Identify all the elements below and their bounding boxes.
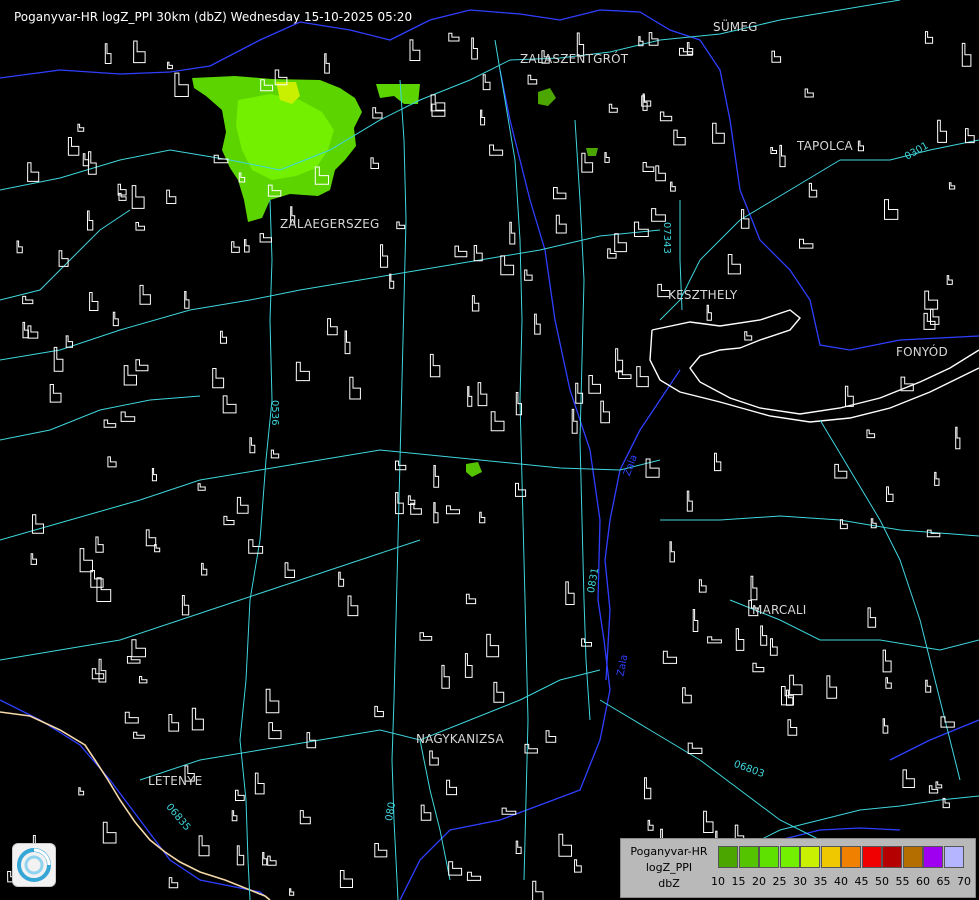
legend-swatch <box>861 846 882 868</box>
city-label-nagykanizsa: NAGYKANIZSA <box>416 732 504 746</box>
radar-map <box>0 0 979 900</box>
legend-swatch <box>800 846 820 868</box>
city-label-keszthely: KESZTHELY <box>668 288 738 302</box>
road-label-0536: 0536 <box>269 400 280 426</box>
legend-swatch <box>738 846 759 868</box>
legend-tick: 25 <box>772 875 787 888</box>
legend-swatch <box>759 846 779 868</box>
legend-tick: 30 <box>793 875 807 888</box>
city-label-zalaszentgrot: ZALASZENTGRÓT <box>520 52 629 66</box>
legend-title-line-2: logZ_PPI <box>645 861 693 874</box>
radar-title: Poganyvar-HR logZ_PPI 30km (dbZ) Wednesd… <box>14 10 413 24</box>
radar-legend: Poganyvar-HR logZ_PPI dbZ 10 15 20 25 30 35 40… <box>620 838 976 898</box>
city-label-tapolca: TAPOLCA <box>797 139 853 153</box>
legend-tick: 15 <box>731 875 746 888</box>
legend-title: Poganyvar-HR logZ_PPI dbZ <box>625 844 713 892</box>
legend-tick: 35 <box>813 875 828 888</box>
legend-tick: 10 <box>711 875 725 888</box>
legend-tick: 65 <box>936 875 951 888</box>
city-label-marcali: MARCALI <box>752 603 807 617</box>
legend-title-line-3: dbZ <box>658 877 680 890</box>
legend-swatch <box>923 846 943 868</box>
city-label-letenye: LETENYE <box>148 774 203 788</box>
weather-service-logo-icon <box>12 843 56 887</box>
legend-tick: 55 <box>895 875 910 888</box>
legend-title-line-1: Poganyvar-HR <box>630 845 708 858</box>
city-label-sumeg: SÜMEG <box>713 20 758 34</box>
echo-small-3 <box>586 148 598 156</box>
legend-tick: 50 <box>875 875 889 888</box>
legend-tick: 45 <box>854 875 869 888</box>
legend-swatch <box>902 846 923 868</box>
legend-tick: 60 <box>916 875 930 888</box>
legend-swatch <box>841 846 861 868</box>
legend-tick: 40 <box>834 875 848 888</box>
city-label-zalaegerszeg: ZALAEGERSZEG <box>280 217 380 231</box>
legend-swatch <box>820 846 841 868</box>
legend-swatch <box>718 846 738 868</box>
road-label-07343: 07343 <box>661 222 672 254</box>
city-label-fonyod: FONYÓD <box>896 345 948 359</box>
legend-swatch <box>779 846 800 868</box>
legend-swatch <box>882 846 902 868</box>
legend-tick: 20 <box>752 875 766 888</box>
legend-tick: 70 <box>957 875 971 888</box>
legend-swatch <box>943 846 964 868</box>
